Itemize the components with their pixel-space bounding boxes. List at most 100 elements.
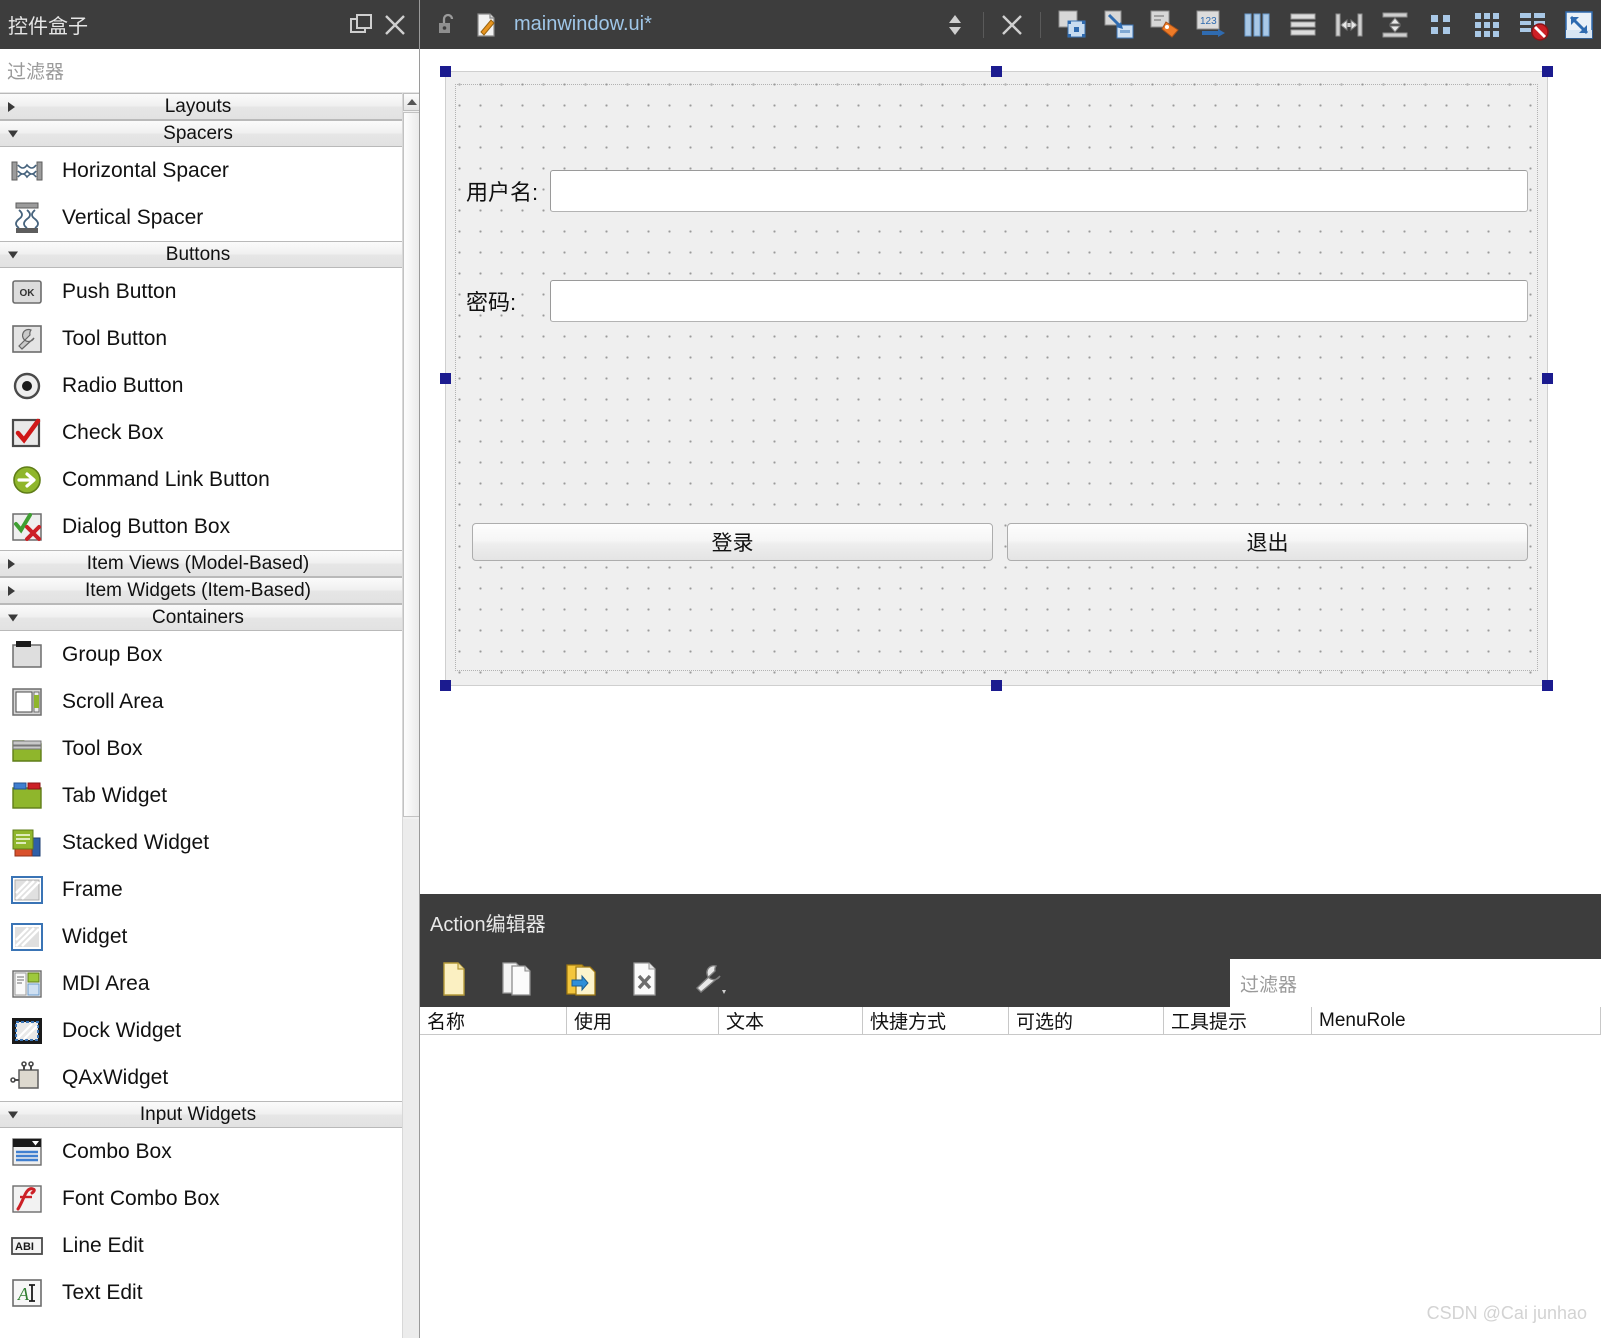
widget-item-widget[interactable]: Widget <box>0 913 402 960</box>
widget-item-line-edit[interactable]: ABI Line Edit <box>0 1222 402 1269</box>
edit-tab-order-tool[interactable]: 123 <box>1189 4 1233 46</box>
scroll-area-icon <box>8 683 46 721</box>
widget-item-qaxwidget[interactable]: QAxWidget <box>0 1054 402 1101</box>
action-column-header[interactable]: 文本 <box>719 1007 863 1034</box>
resize-handle-top-left[interactable] <box>440 66 451 77</box>
resize-handle-top-right[interactable] <box>1542 66 1553 77</box>
resize-handle-middle-right[interactable] <box>1542 373 1553 384</box>
new-action-icon[interactable] <box>432 957 474 1001</box>
action-column-header[interactable]: 名称 <box>420 1007 567 1034</box>
form-surface[interactable]: 用户名: 密码: 登录 退出 <box>445 71 1548 686</box>
chevron-down-icon <box>8 251 18 258</box>
widget-item-label: Tool Button <box>62 326 168 350</box>
widget-item-tool-box[interactable]: Tool Box <box>0 725 402 772</box>
widget-category-label: Item Views (Model-Based) <box>86 552 310 574</box>
widget-category-input-widgets[interactable]: Input Widgets <box>0 1101 402 1128</box>
layout-form-tool[interactable] <box>1419 4 1463 46</box>
widget-item-stacked-widget[interactable]: Stacked Widget <box>0 819 402 866</box>
widget-box-filter[interactable]: 过滤器 <box>0 49 420 93</box>
layout-grid-tool[interactable] <box>1465 4 1509 46</box>
action-editor-dock: Action编辑器 过滤器 名称 使用 文本 快捷方式 可选的 工具提示 Men… <box>420 894 1601 1338</box>
configure-icon[interactable] <box>688 957 730 1001</box>
form-canvas[interactable]: 用户名: 密码: 登录 退出 <box>420 49 1601 894</box>
action-column-header[interactable]: 可选的 <box>1009 1007 1164 1034</box>
svg-text:ABI: ABI <box>15 1241 34 1253</box>
tool-box-icon <box>8 730 46 768</box>
copy-action-icon[interactable] <box>496 957 538 1001</box>
widget-category-spacers[interactable]: Spacers <box>0 120 402 147</box>
password-input[interactable] <box>550 280 1528 322</box>
layout-splitter-vertical-tool[interactable] <box>1373 4 1417 46</box>
widget-item-scroll-area[interactable]: Scroll Area <box>0 678 402 725</box>
action-column-header[interactable]: 工具提示 <box>1164 1007 1312 1034</box>
layout-vertically-tool[interactable] <box>1281 4 1325 46</box>
edit-widgets-tool[interactable] <box>1051 4 1095 46</box>
delete-action-icon[interactable] <box>624 957 666 1001</box>
combo-box-icon <box>8 1133 46 1171</box>
action-column-header[interactable]: MenuRole <box>1312 1007 1601 1034</box>
widget-item-check-box[interactable]: Check Box <box>0 409 402 456</box>
widget-item-mdi-area[interactable]: MDI Area <box>0 960 402 1007</box>
widget-item-tool-button[interactable]: Tool Button <box>0 315 402 362</box>
widget-item-label: Widget <box>62 924 128 948</box>
widget-category-item-views-model-based[interactable]: Item Views (Model-Based) <box>0 550 402 577</box>
action-editor-filter[interactable]: 过滤器 <box>1230 959 1601 1007</box>
widget-item-command-link-button[interactable]: Command Link Button <box>0 456 402 503</box>
widget-category-item-widgets-item-based[interactable]: Item Widgets (Item-Based) <box>0 577 402 604</box>
action-column-header[interactable]: 快捷方式 <box>863 1007 1009 1034</box>
layout-splitter-horizontal-tool[interactable] <box>1327 4 1371 46</box>
widget-item-dock-widget[interactable]: Dock Widget <box>0 1007 402 1054</box>
widget-box-scrollbar[interactable] <box>402 93 420 1338</box>
action-column-header[interactable]: 使用 <box>567 1007 719 1034</box>
widget-item-label: Push Button <box>62 279 177 303</box>
scroll-up-button[interactable] <box>403 93 420 111</box>
widget-item-font-combo-box[interactable]: Font Combo Box <box>0 1175 402 1222</box>
widget-item-combo-box[interactable]: Combo Box <box>0 1128 402 1175</box>
widget-item-group-box[interactable]: Group Box <box>0 631 402 678</box>
up-down-arrows-icon[interactable] <box>937 7 973 43</box>
layout-horizontally-tool[interactable] <box>1235 4 1279 46</box>
break-layout-tool[interactable] <box>1511 4 1555 46</box>
close-icon[interactable] <box>994 7 1030 43</box>
widget-item-frame[interactable]: Frame <box>0 866 402 913</box>
resize-handle-bottom-right[interactable] <box>1542 680 1553 691</box>
svg-text:123: 123 <box>1200 16 1217 27</box>
close-icon[interactable] <box>378 8 412 42</box>
widget-item-vertical-spacer[interactable]: Vertical Spacer <box>0 194 402 241</box>
login-button[interactable]: 登录 <box>472 523 993 561</box>
widget-item-tab-widget[interactable]: Tab Widget <box>0 772 402 819</box>
resize-handle-bottom-center[interactable] <box>991 680 1002 691</box>
qax-widget-icon <box>8 1059 46 1097</box>
group-box-icon <box>8 636 46 674</box>
resize-handle-middle-left[interactable] <box>440 373 451 384</box>
selected-form-widget[interactable]: 用户名: 密码: 登录 退出 <box>440 66 1553 691</box>
radio-button-icon <box>8 367 46 405</box>
float-icon[interactable] <box>344 8 378 42</box>
edit-signals-slots-tool[interactable] <box>1097 4 1141 46</box>
adjust-size-tool[interactable] <box>1557 4 1601 46</box>
widget-category-layouts[interactable]: Layouts <box>0 93 402 120</box>
scrollbar-thumb[interactable] <box>403 112 420 817</box>
username-input[interactable] <box>550 170 1528 212</box>
widget-item-dialog-button-box[interactable]: Dialog Button Box <box>0 503 402 550</box>
edit-buddies-tool[interactable] <box>1143 4 1187 46</box>
action-editor-title: Action编辑器 <box>420 894 1601 951</box>
widget-item-label: Horizontal Spacer <box>62 158 229 182</box>
username-label: 用户名: <box>466 180 539 205</box>
widget-item-text-edit[interactable]: A Text Edit <box>0 1269 402 1316</box>
form-row-username: 用户名: <box>466 170 1528 212</box>
command-link-button-icon <box>8 461 46 499</box>
paste-action-icon[interactable] <box>560 957 602 1001</box>
resize-handle-bottom-left[interactable] <box>440 680 451 691</box>
widget-item-push-button[interactable]: OK Push Button <box>0 268 402 315</box>
exit-button[interactable]: 退出 <box>1007 523 1528 561</box>
widget-category-containers[interactable]: Containers <box>0 604 402 631</box>
widget-category-buttons[interactable]: Buttons <box>0 241 402 268</box>
unlock-icon[interactable] <box>430 7 466 43</box>
widget-item-horizontal-spacer[interactable]: Horizontal Spacer <box>0 147 402 194</box>
resize-handle-top-center[interactable] <box>991 66 1002 77</box>
widget-item-radio-button[interactable]: Radio Button <box>0 362 402 409</box>
action-table-body[interactable] <box>420 1035 1601 1335</box>
widget-box-dock: 控件盒子 过滤器 Layouts Spacers Horizontal Spacer… <box>0 0 420 1338</box>
scrollbar-track[interactable] <box>403 819 420 1338</box>
